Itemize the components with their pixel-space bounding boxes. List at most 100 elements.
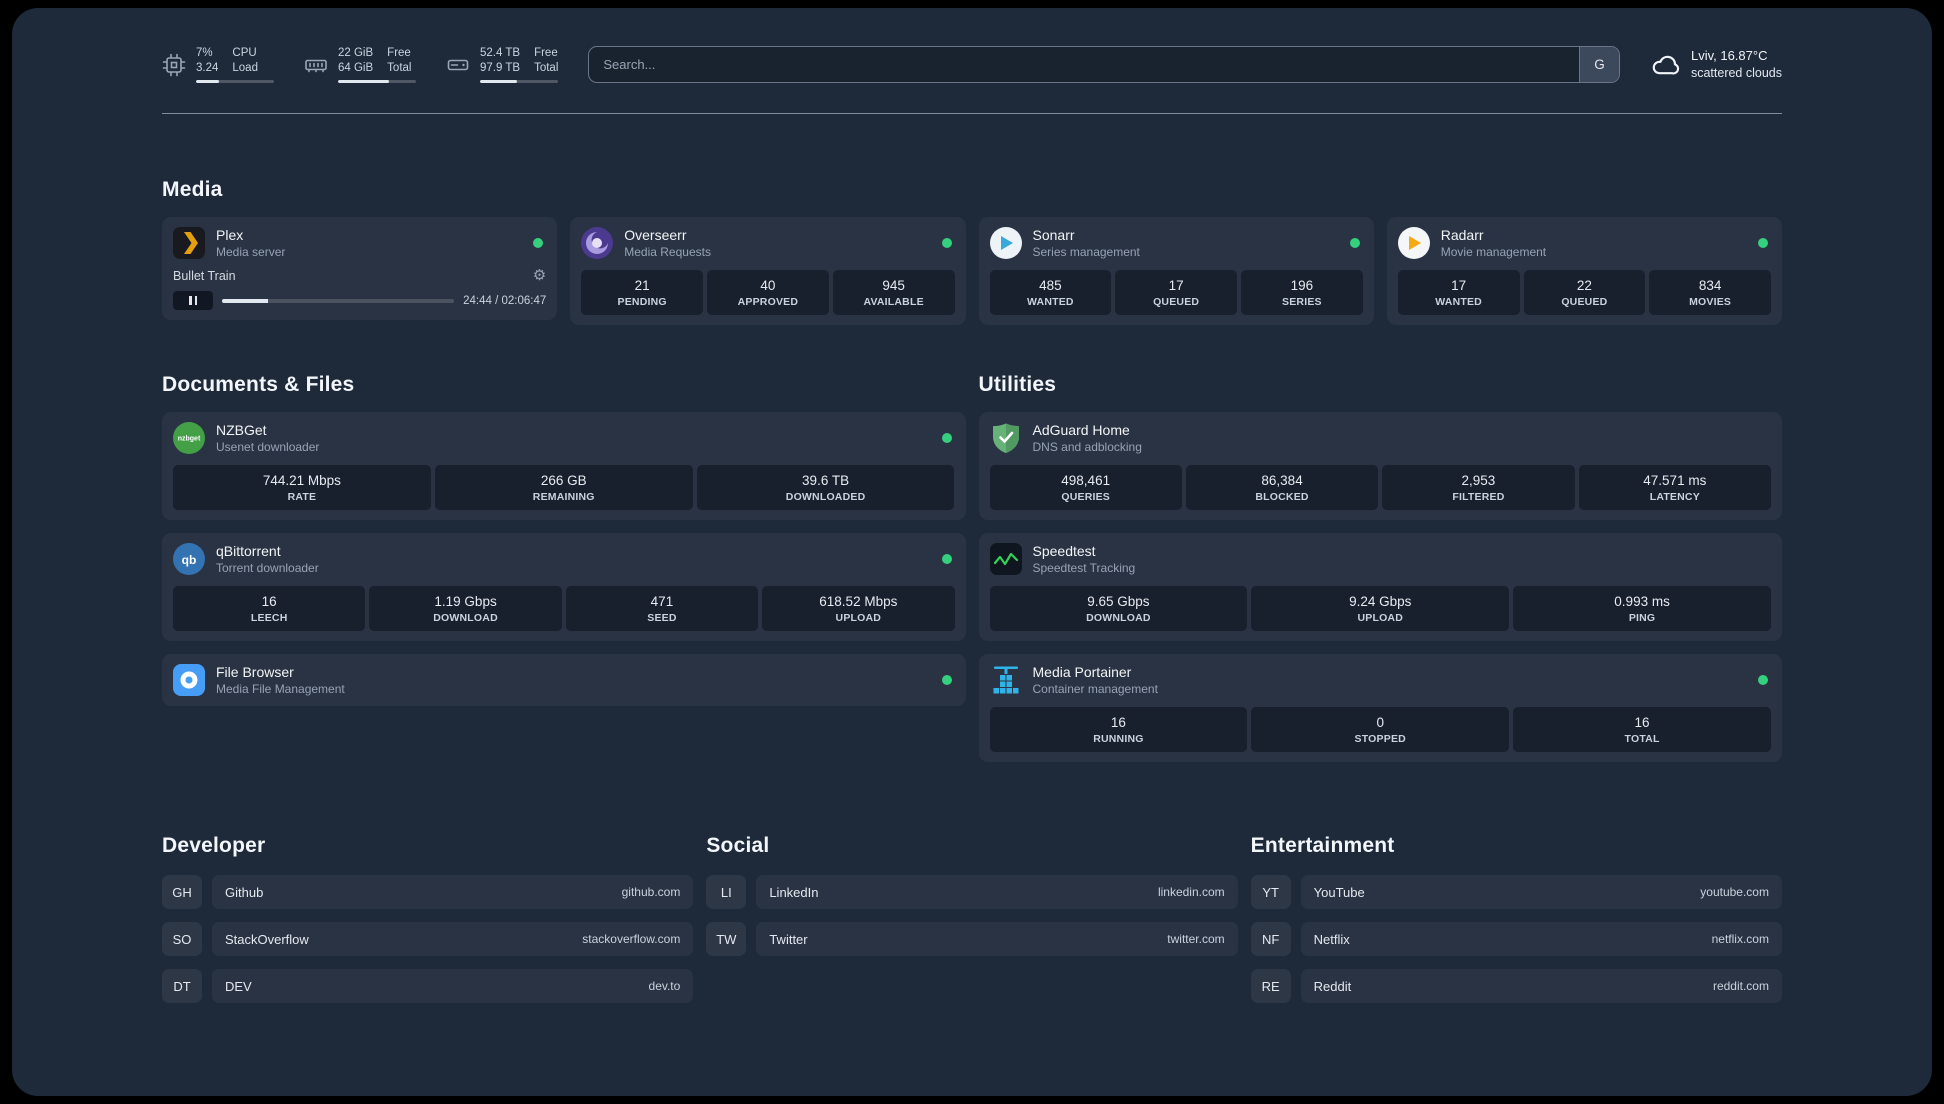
- stat-value: 2,953: [1461, 473, 1496, 488]
- cpu-icon: [162, 53, 186, 77]
- stat-blocked: 86,384 BLOCKED: [1185, 465, 1379, 510]
- bookmark-dev[interactable]: DT DEV dev.to: [162, 969, 694, 1003]
- search-provider-button[interactable]: G: [1578, 47, 1619, 82]
- service-card-speedtest[interactable]: Speedtest Speedtest Tracking 9.65 Gbps DOWN…: [978, 533, 1782, 641]
- bookmark-pill: Netflix netflix.com: [1300, 922, 1782, 956]
- bookmark-twitter[interactable]: TW Twitter twitter.com: [706, 922, 1238, 956]
- resource-value: 52.4 TB: [480, 47, 521, 60]
- bookmark-github[interactable]: GH Github github.com: [162, 875, 694, 909]
- pause-button[interactable]: [173, 291, 213, 310]
- service-title-block: File Browser Media File Management: [216, 664, 345, 696]
- search-bar: G: [588, 46, 1620, 83]
- service-description: Usenet downloader: [216, 440, 320, 454]
- bookmark-domain: twitter.com: [1167, 932, 1225, 946]
- bookmark-name: Reddit: [1313, 978, 1352, 994]
- service-stats: 21 PENDING 40 APPROVED 945 AVAILABLE: [581, 270, 955, 315]
- service-name: Plex: [216, 227, 244, 243]
- bookmark-name: Netflix: [1313, 931, 1350, 947]
- service-card-adguard-home[interactable]: AdGuard Home DNS and adblocking 498,461 QUE…: [978, 412, 1782, 520]
- stat-label: FILTERED: [1452, 491, 1505, 503]
- bookmark-netflix[interactable]: NF Netflix netflix.com: [1250, 922, 1782, 956]
- playback-progress-bar[interactable]: [222, 298, 455, 303]
- bookmark-group-entertainment: Entertainment YT YouTube youtube.com NF Netfl…: [1250, 834, 1782, 1003]
- service-card-header: Speedtest Speedtest Tracking: [989, 543, 1772, 575]
- service-stats: 498,461 QUERIES 86,384 BLOCKED 2,953 FILTERED…: [989, 465, 1771, 510]
- service-card-nzbget[interactable]: nzbget NZBGet Usenet downloader 744.21 Mbps…: [162, 412, 966, 520]
- service-description: Torrent downloader: [216, 561, 319, 575]
- resource-label: Total: [534, 62, 559, 74]
- disk-icon: [446, 53, 470, 77]
- player-controls-row: 24:44 / 02:06:47: [173, 291, 546, 310]
- stat-label: MOVIES: [1689, 296, 1732, 308]
- service-stats: 16 LEECH 1.19 Gbps DOWNLOAD 471 SEED 618.52 Mb…: [173, 586, 955, 631]
- stat-value: 618.52 Mbps: [819, 594, 898, 609]
- bookmark-pill: YouTube youtube.com: [1300, 875, 1782, 909]
- service-stats: 485 WANTED 17 QUEUED 196 SERIES: [989, 270, 1363, 315]
- search-input[interactable]: [589, 47, 1579, 82]
- svg-text:qb: qb: [182, 553, 197, 567]
- service-card-sonarr[interactable]: Sonarr Series management 485 WANTED 17 QUEUED…: [978, 217, 1374, 325]
- stat-value: 945: [882, 278, 905, 293]
- stat-downloaded: 39.6 TB DOWNLOADED: [696, 465, 955, 510]
- service-card-header: AdGuard Home DNS and adblocking: [990, 422, 1772, 454]
- service-description: DNS and adblocking: [1032, 440, 1142, 454]
- service-name: Speedtest: [1032, 543, 1096, 559]
- bookmark-group-social: Social LI LinkedIn linkedin.com TW Twitter twi…: [706, 834, 1238, 956]
- bookmark-stackoverflow[interactable]: SO StackOverflow stackoverflow.com: [162, 922, 694, 956]
- stat-running: 16 RUNNING: [989, 707, 1248, 752]
- service-card-media-portainer[interactable]: Media Portainer Container management 16 RUN…: [978, 654, 1782, 762]
- bookmark-pill: StackOverflow stackoverflow.com: [212, 922, 694, 956]
- stat-total: 16 TOTAL: [1513, 707, 1771, 752]
- stat-value: 17: [1451, 278, 1467, 293]
- stat-value: 1.19 Gbps: [434, 594, 497, 609]
- service-card-file-browser[interactable]: File Browser Media File Management: [162, 654, 966, 706]
- bookmark-group-title: Social: [706, 834, 770, 857]
- bookmark-linkedin[interactable]: LI LinkedIn linkedin.com: [706, 875, 1238, 909]
- service-card-radarr[interactable]: Radarr Movie management 17 WANTED 22 QUEUED 83…: [1386, 217, 1782, 325]
- stat-value: 744.21 Mbps: [262, 473, 341, 488]
- resource-value: 97.9 TB: [480, 62, 521, 74]
- service-card-qbittorrent[interactable]: qb qBittorrent Torrent downloader 16 LEECH 1.…: [162, 533, 966, 641]
- player-top-row: Bullet Train ⚙: [173, 268, 546, 283]
- adguard-icon: [990, 422, 1022, 454]
- nzbget-icon: nzbget: [173, 422, 205, 454]
- bookmark-domain: youtube.com: [1700, 885, 1769, 899]
- stat-value: 196: [1290, 278, 1314, 293]
- media-player-widget: Bullet Train ⚙ 24:44 / 02:06:47: [173, 268, 546, 310]
- service-description: Movie management: [1440, 245, 1547, 259]
- stat-value: 0: [1376, 715, 1384, 730]
- stat-available: 945 AVAILABLE: [832, 270, 955, 315]
- stat-value: 0.993 ms: [1614, 594, 1670, 609]
- stat-label: BLOCKED: [1255, 491, 1309, 503]
- stat-value: 17: [1168, 278, 1184, 293]
- bookmark-youtube[interactable]: YT YouTube youtube.com: [1250, 875, 1782, 909]
- stat-value: 40: [760, 278, 776, 293]
- bookmark-abbr: TW: [706, 922, 747, 956]
- cpu-widget: 7% 3.24 CPU Load: [162, 46, 274, 83]
- service-card-header: Media Portainer Container management: [990, 664, 1772, 696]
- service-card-header: Plex Media server: [173, 227, 546, 259]
- service-card-header: nzbget NZBGet Usenet downloader: [173, 422, 955, 454]
- service-title-block: NZBGet Usenet downloader: [216, 422, 319, 454]
- gear-icon[interactable]: ⚙: [533, 268, 546, 283]
- stat-rate: 744.21 Mbps RATE: [173, 465, 431, 510]
- stat-label: APPROVED: [737, 296, 799, 308]
- stat-label: PING: [1628, 612, 1656, 624]
- stat-wanted: 485 WANTED: [989, 270, 1112, 315]
- bookmark-name: Github: [225, 884, 264, 900]
- bookmark-reddit[interactable]: RE Reddit reddit.com: [1250, 969, 1782, 1003]
- bookmark-pill: Reddit reddit.com: [1300, 969, 1782, 1003]
- service-description: Series management: [1032, 245, 1140, 259]
- stat-label: QUERIES: [1061, 491, 1111, 503]
- bookmark-list: LI LinkedIn linkedin.com TW Twitter twitter.c…: [706, 875, 1238, 956]
- service-stats: 9.65 Gbps DOWNLOAD 9.24 Gbps UPLOAD 0.993 ms…: [989, 586, 1772, 631]
- service-name: Sonarr: [1032, 227, 1075, 243]
- service-card-plex[interactable]: Plex Media server Bullet Train ⚙ 24:44 / 02:…: [162, 217, 558, 320]
- bookmark-name: StackOverflow: [225, 931, 309, 947]
- service-title-block: Radarr Movie management: [1441, 227, 1546, 259]
- bookmark-abbr: YT: [1250, 875, 1291, 909]
- resource-label: Free: [387, 47, 411, 60]
- memory-icon: [304, 53, 328, 77]
- service-card-overseerr[interactable]: Overseerr Media Requests 21 PENDING 40 APPROV…: [570, 217, 966, 325]
- disk-usage-bar: [480, 79, 559, 83]
